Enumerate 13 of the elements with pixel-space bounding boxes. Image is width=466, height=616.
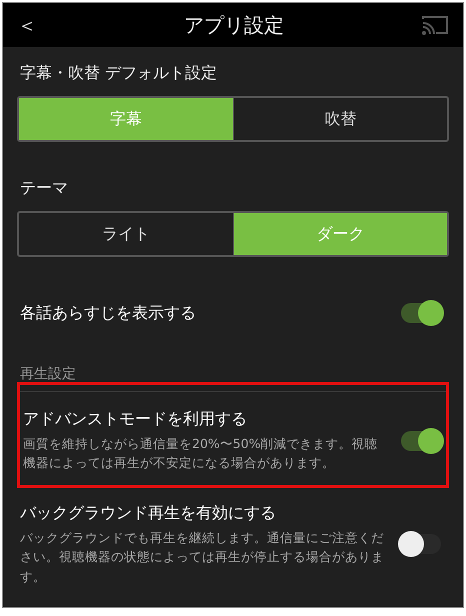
setting-title: バックグラウンド再生を有効にする bbox=[20, 502, 277, 524]
segment-option[interactable]: ライト bbox=[19, 213, 232, 255]
section-label: テーマ bbox=[20, 178, 69, 199]
section-heading: 再生設定 bbox=[20, 365, 449, 392]
screen-title: アプリ設定 bbox=[183, 12, 285, 38]
setting-description: 画質を維持しながら通信量を20%〜50%削減できます。視聴機器によっては再生が不安定になる場合があります。 bbox=[23, 435, 379, 472]
section-label: 字幕・吹替 デフォルト設定 bbox=[20, 63, 218, 84]
cast-icon[interactable] bbox=[421, 14, 449, 36]
setting-title: 各話あらすじを表示する bbox=[20, 302, 197, 324]
segment-option[interactable]: 吹替 bbox=[232, 98, 447, 140]
setting-description: バックグラウンドでも再生を継続します。通信量にご注意ください。視聴機器の状態によっては再生が停止する場合があります。 bbox=[20, 528, 384, 586]
back-button[interactable]: ＜ bbox=[17, 12, 47, 38]
setting-title: アドバンストモードを利用する bbox=[23, 409, 248, 430]
